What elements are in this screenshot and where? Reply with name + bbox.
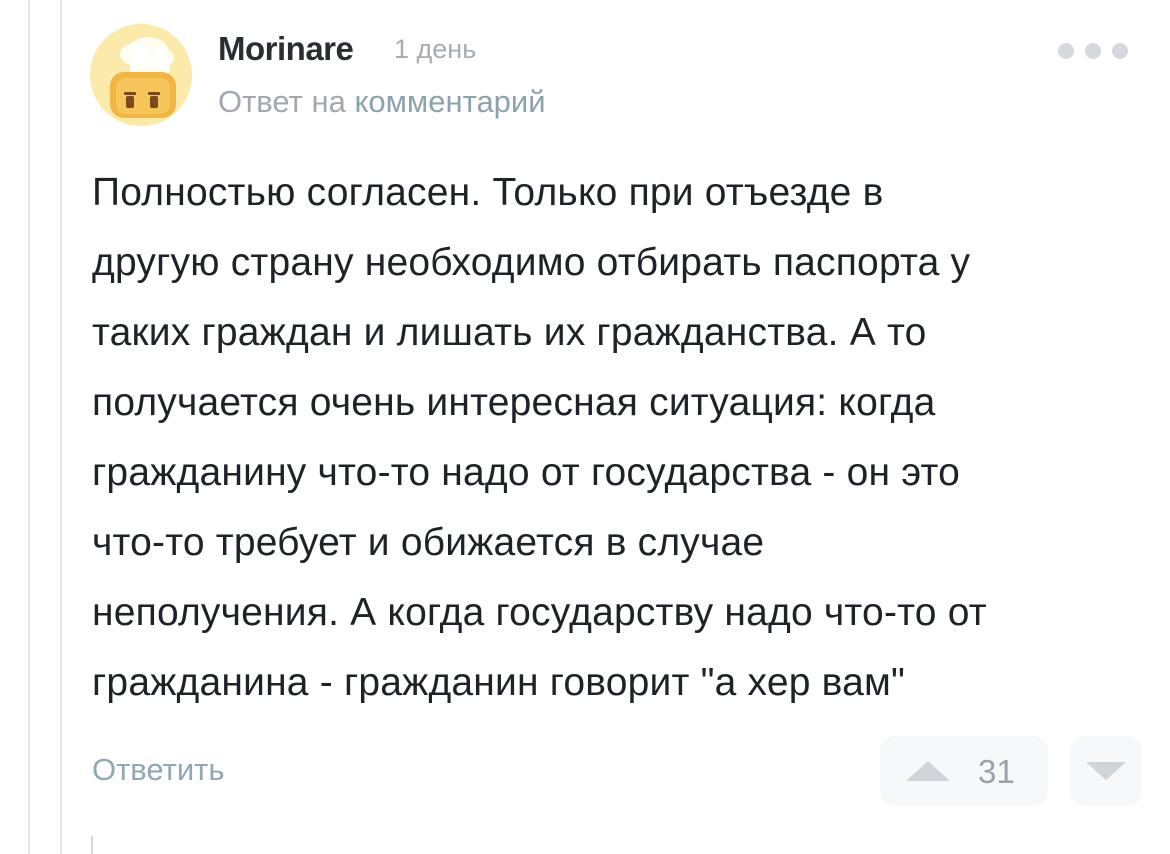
more-dots-icon — [1085, 43, 1101, 59]
triangle-down-icon — [1086, 762, 1126, 780]
comment-line: Полностью согласен. Только при отъезде в — [92, 171, 884, 214]
comment-line: другую страну необходимо отбирать паспор… — [92, 241, 971, 284]
triangle-up-icon — [906, 761, 950, 781]
comment-time: 1 день — [394, 34, 477, 64]
comment-line: получается очень интересная ситуация: ко… — [92, 381, 936, 424]
comment-card: Morinare 1 день Ответ на комментарий Пол… — [0, 0, 1170, 854]
reply-button[interactable]: Ответить — [92, 752, 225, 788]
thread-line-child — [91, 836, 93, 854]
comment-line: что-то требует и обижается в случае — [92, 521, 765, 564]
parent-comment-link[interactable]: комментарий — [354, 84, 545, 119]
rating-count: 31 — [978, 753, 1015, 790]
reply-to-line: Ответ на комментарий — [218, 84, 546, 120]
more-dots-icon — [1058, 43, 1074, 59]
upvote-button[interactable] — [880, 736, 1048, 806]
thread-line-inner — [60, 0, 62, 854]
comment-line: гражданина - гражданин говорит "а хер ва… — [92, 661, 906, 704]
more-options-button[interactable] — [1058, 38, 1128, 64]
comment-line: неполучения. А когда государству надо чт… — [92, 591, 987, 634]
avatar[interactable] — [90, 24, 192, 126]
more-dots-icon — [1112, 43, 1128, 59]
downvote-button[interactable] — [1070, 736, 1142, 806]
comment-text: Полностью согласен. Только при отъезде в… — [92, 158, 1132, 718]
comment-line: гражданину что-то надо от государства - … — [92, 451, 961, 494]
reply-to-prefix: Ответ на — [218, 84, 346, 119]
comment-line: таких граждан и лишать их гражданства. А… — [92, 311, 927, 354]
thread-line-outer — [28, 0, 30, 854]
author-name[interactable]: Morinare — [218, 30, 354, 68]
toast-chef-avatar-icon — [90, 24, 192, 126]
